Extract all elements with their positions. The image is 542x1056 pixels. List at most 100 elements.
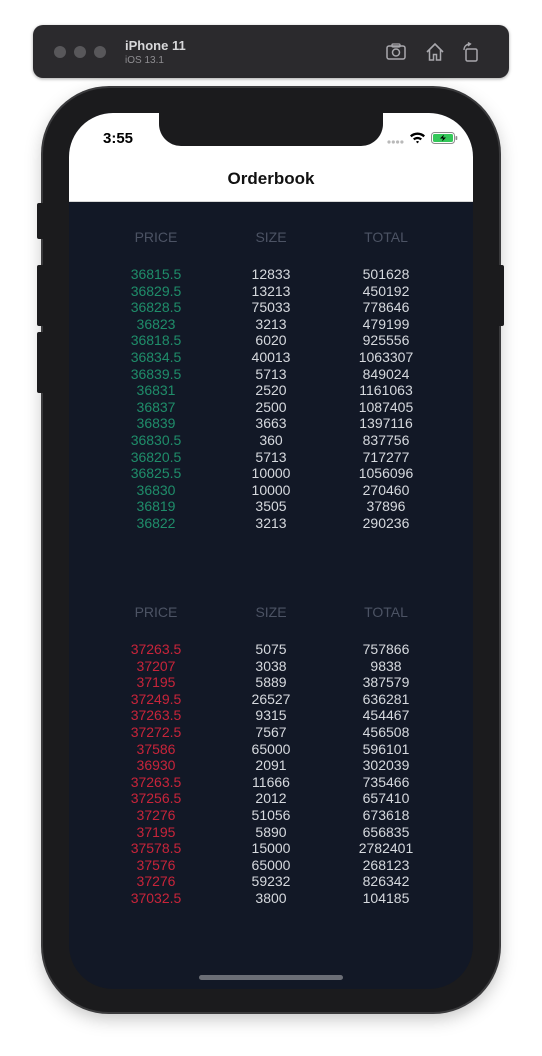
ask-row[interactable]: 37249.5 26527 636281 [69, 691, 473, 708]
ask-row[interactable]: 37263.5 5075 757866 [69, 641, 473, 658]
window-close-button[interactable] [54, 46, 66, 58]
simulator-toolbar: iPhone 11 iOS 13.1 [33, 25, 509, 78]
bid-row[interactable]: 36818.5 6020 925556 [69, 332, 473, 349]
asks-list: 37263.5 5075 757866 37207 3038 9838 37195 5889 3… [69, 641, 473, 907]
ask-row[interactable]: 37272.5 7567 456508 [69, 724, 473, 741]
volume-up-button[interactable] [37, 265, 44, 326]
ask-total: 636281 [362, 690, 410, 707]
ask-row[interactable]: 36930 2091 302039 [69, 757, 473, 774]
ask-row[interactable]: 37578.5 15000 2782401 [69, 840, 473, 857]
bid-total: 778646 [362, 299, 410, 316]
bid-row[interactable]: 36823 3213 479199 [69, 316, 473, 333]
ask-row[interactable]: 37195 5890 656835 [69, 824, 473, 841]
ask-row[interactable]: 37207 3038 9838 [69, 658, 473, 675]
bid-row[interactable]: 36830 10000 270460 [69, 482, 473, 499]
ask-size: 9315 [255, 707, 287, 724]
bid-row[interactable]: 36819 3505 37896 [69, 498, 473, 515]
bid-row[interactable]: 36822 3213 290236 [69, 515, 473, 532]
rotate-icon[interactable] [460, 41, 482, 63]
ask-price: 37272.5 [130, 723, 182, 740]
bid-size: 3213 [255, 315, 287, 332]
battery-charging-icon [431, 132, 458, 144]
signal-icon [387, 140, 404, 144]
ask-total: 673618 [362, 806, 410, 823]
bid-total: 270460 [362, 481, 410, 498]
ask-total: 656835 [362, 823, 410, 840]
bid-row[interactable]: 36829.5 13213 450192 [69, 283, 473, 300]
bid-row[interactable]: 36828.5 75033 778646 [69, 299, 473, 316]
ask-row[interactable]: 37263.5 9315 454467 [69, 707, 473, 724]
ask-row[interactable]: 37195 5889 387579 [69, 674, 473, 691]
bid-row[interactable]: 36815.5 12833 501628 [69, 266, 473, 283]
simulator-os-version: iOS 13.1 [125, 55, 164, 66]
bid-size: 360 [259, 431, 283, 448]
bids-total-header: TOTAL [364, 229, 408, 245]
home-icon[interactable] [424, 41, 446, 63]
device-notch [159, 113, 383, 146]
bid-size: 10000 [251, 465, 291, 482]
ask-row[interactable]: 37256.5 2012 657410 [69, 790, 473, 807]
bid-row[interactable]: 36839 3663 1397116 [69, 415, 473, 432]
bid-row[interactable]: 36820.5 5713 717277 [69, 449, 473, 466]
power-button[interactable] [497, 265, 504, 326]
bid-size: 3213 [255, 514, 287, 531]
ask-row[interactable]: 37276 51056 673618 [69, 807, 473, 824]
bid-row[interactable]: 36837 2500 1087405 [69, 399, 473, 416]
bid-price: 36828.5 [130, 299, 182, 316]
ask-total: 9838 [370, 657, 402, 674]
ask-price: 37263.5 [130, 707, 182, 724]
bid-row[interactable]: 36830.5 360 837756 [69, 432, 473, 449]
bid-total: 479199 [362, 315, 410, 332]
status-time: 3:55 [103, 130, 134, 147]
window-minimize-button[interactable] [74, 46, 86, 58]
ask-row[interactable]: 37586 65000 596101 [69, 741, 473, 758]
bid-total: 37896 [366, 498, 406, 515]
bid-row[interactable]: 36831 2520 1161063 [69, 382, 473, 399]
bid-total: 925556 [362, 332, 410, 349]
bid-price: 36818.5 [130, 332, 182, 349]
bid-row[interactable]: 36839.5 5713 849024 [69, 366, 473, 383]
ask-size: 26527 [251, 690, 291, 707]
ask-size: 3800 [255, 889, 287, 906]
ask-price: 37249.5 [130, 690, 182, 707]
ask-total: 104185 [362, 889, 410, 906]
bid-total: 717277 [362, 448, 410, 465]
ask-row[interactable]: 37263.5 11666 735466 [69, 774, 473, 791]
page-title: Orderbook [227, 169, 315, 188]
ask-price: 37195 [136, 674, 176, 691]
bid-price: 36829.5 [130, 282, 182, 299]
bid-total: 1087405 [358, 398, 414, 415]
bid-price: 36819 [136, 498, 176, 515]
ask-row[interactable]: 37032.5 3800 104185 [69, 890, 473, 907]
ask-total: 826342 [362, 873, 410, 890]
bid-size: 13213 [251, 282, 291, 299]
bids-list: 36815.5 12833 501628 36829.5 13213 450192 3682… [69, 266, 473, 532]
ask-size: 59232 [251, 873, 291, 890]
bid-size: 3505 [255, 498, 287, 515]
bid-total: 1161063 [359, 382, 413, 399]
bid-price: 36825.5 [130, 465, 182, 482]
ask-total: 657410 [362, 790, 410, 807]
screenshot-icon[interactable] [385, 41, 407, 63]
home-indicator[interactable] [199, 975, 343, 980]
mute-switch[interactable] [37, 203, 44, 239]
ask-price: 37276 [136, 806, 176, 823]
bid-total: 1397116 [359, 415, 413, 432]
ask-size: 2091 [255, 757, 287, 774]
volume-down-button[interactable] [37, 332, 44, 393]
window-zoom-button[interactable] [94, 46, 106, 58]
bid-row[interactable]: 36825.5 10000 1056096 [69, 465, 473, 482]
bid-size: 75033 [251, 299, 291, 316]
bid-price: 36822 [136, 514, 176, 531]
bid-price: 36815.5 [130, 266, 182, 282]
bids-size-header: SIZE [255, 229, 287, 245]
bid-price: 36823 [136, 315, 176, 332]
bids-price-header: PRICE [134, 229, 178, 245]
ask-price: 37263.5 [130, 641, 182, 657]
ask-price: 37578.5 [130, 840, 182, 857]
ask-row[interactable]: 37576 65000 268123 [69, 857, 473, 874]
bid-row[interactable]: 36834.5 40013 1063307 [69, 349, 473, 366]
ask-row[interactable]: 37276 59232 826342 [69, 873, 473, 890]
ask-total: 735466 [362, 773, 410, 790]
bid-price: 36830.5 [130, 431, 182, 448]
